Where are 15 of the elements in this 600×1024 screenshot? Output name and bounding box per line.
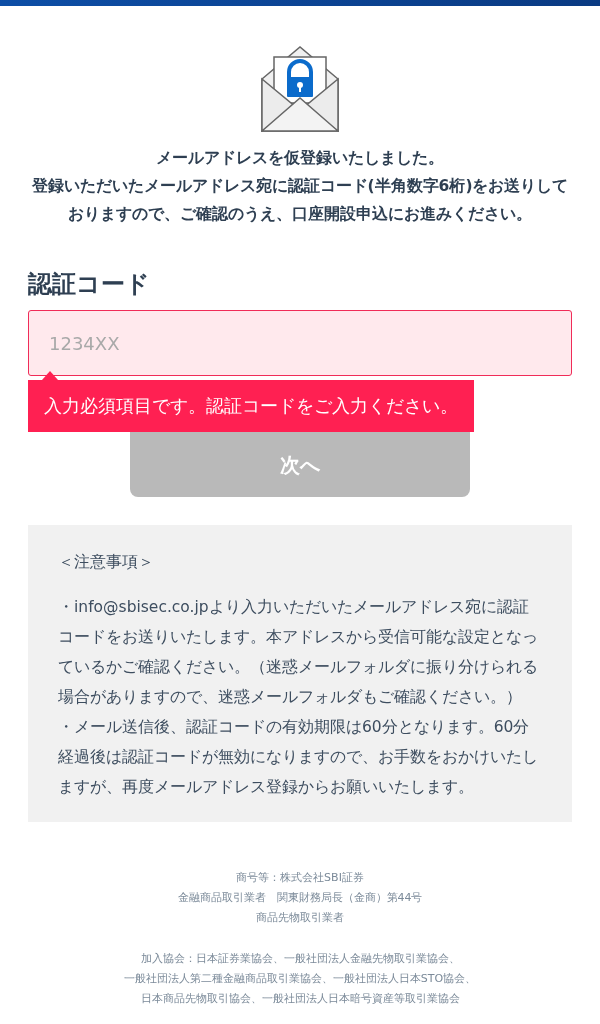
message-text: 登録いただいたメールアドレス宛に認証コード(半角数字6桁)をお送りしておりますので、ご確認のうえ、口座開設申込にお進みください。	[30, 176, 570, 225]
code-input[interactable]: 1234XX	[28, 310, 572, 376]
footer-text: 商号等：株式会社SBI証券	[235, 870, 365, 886]
notice-text: ・メール送信後、認証コードの有効期限は60分となります。60分経過後は認証コードが無効になりますので、お手数をおかけいたしますが、再度メールアドレス登録からお願いいたします。	[58, 717, 539, 798]
notice-text: ・info@sbisec.co.jpより入力いただいたメールアドレス宛に認証コードをお送りいたします。本アドレスから受信可能な設定となっているかご確認ください。（迷惑メールフォルダに振り分けられる場合がありますので、迷惑メールフォルダもご確認ください。）	[58, 597, 539, 708]
notice-title: ＜注意事項＞	[58, 552, 155, 573]
envelope-lock-icon	[261, 46, 339, 132]
message-text: メールアドレスを仮登録いたしました。	[155, 148, 445, 169]
footer-text: 金融商品取引業者 関東財務局長（金商）第44号	[176, 890, 424, 906]
footer-text: 加入協会：日本証券業協会、一般社団法人金融先物取引業協会、	[139, 951, 461, 967]
footer-text: 商品先物取引業者	[255, 910, 345, 926]
footer-text: 日本商品先物取引協会、一般社団法人日本暗号資産等取引業協会	[139, 991, 461, 1007]
error-tooltip: 入力必須項目です。認証コードをご入力ください。	[28, 380, 474, 433]
field-label: 認証コード	[28, 269, 151, 300]
footer-text: 一般社団法人第二種金融商品取引業協会、一般社団法人日本STO協会、	[122, 971, 478, 987]
